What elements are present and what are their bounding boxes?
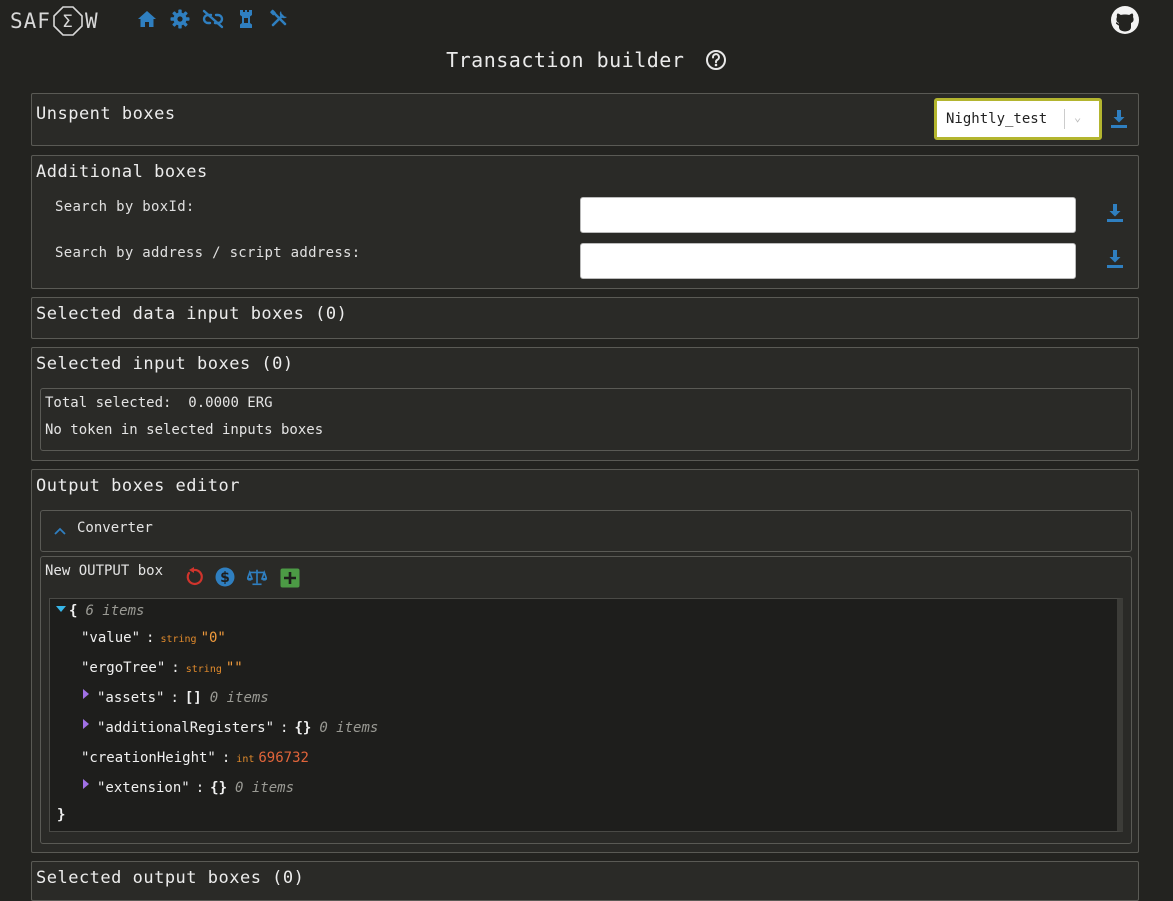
data-input-boxes-title[interactable]: Selected data input boxes (0) [36, 304, 347, 324]
tools-icon[interactable] [268, 8, 290, 30]
collapse-triangle-icon[interactable] [56, 606, 66, 612]
additional-boxes-title: Additional boxes [36, 162, 208, 182]
page-title: Transaction builder [0, 48, 1173, 73]
page-title-text: Transaction builder [446, 48, 685, 72]
new-output-label: New OUTPUT box [45, 563, 164, 579]
search-boxid-input[interactable] [580, 197, 1076, 233]
json-key: "extension" [97, 780, 190, 796]
dollar-icon[interactable]: $ [215, 567, 235, 587]
logo-text-right: W [84, 9, 99, 33]
expand-triangle-icon[interactable] [83, 779, 89, 789]
json-open-brace: { [69, 603, 78, 619]
output-editor-title: Output boxes editor [36, 476, 240, 496]
data-input-boxes-panel: Selected data input boxes (0) [31, 297, 1139, 339]
search-address-label: Search by address / script address: [55, 245, 361, 261]
json-row-creation-height[interactable]: "creationHeight": int 696732 [81, 750, 309, 766]
output-boxes-title[interactable]: Selected output boxes (0) [36, 868, 304, 888]
json-root-row[interactable]: { 6 items [56, 603, 144, 619]
json-count: 0 items [235, 780, 295, 796]
wallet-select[interactable]: Nightly_test ⌄ [934, 98, 1102, 140]
json-root-count: 6 items [85, 603, 145, 619]
expand-triangle-icon[interactable] [83, 689, 89, 699]
question-circle-icon[interactable] [705, 49, 727, 71]
balance-scale-icon[interactable] [247, 567, 267, 587]
json-row-extension[interactable]: "extension":{} 0 items [83, 779, 295, 796]
json-brackets: {} [294, 720, 312, 736]
top-bar: SAF Σ W [0, 0, 1173, 44]
chevron-down-icon[interactable]: ⌄ [1074, 110, 1081, 124]
expand-triangle-icon[interactable] [83, 719, 89, 729]
nav-icons [136, 8, 290, 30]
chevron-up-icon[interactable] [54, 527, 66, 535]
output-editor-panel: Output boxes editor Converter New OUTPUT… [31, 469, 1139, 853]
plus-square-icon[interactable] [280, 568, 300, 588]
download-unspent-icon[interactable] [1110, 109, 1128, 129]
json-key: "value" [81, 630, 141, 646]
chess-rook-icon[interactable] [235, 8, 257, 30]
search-address-input[interactable] [580, 243, 1076, 279]
json-brackets: {} [210, 780, 228, 796]
json-key: "assets" [97, 690, 165, 706]
total-selected-row: Total selected: 0.0000 ERG [45, 395, 273, 411]
json-row-additional-registers[interactable]: "additionalRegisters":{} 0 items [83, 719, 379, 736]
json-key: "additionalRegisters" [97, 720, 275, 736]
total-selected-label: Total selected: [45, 395, 172, 411]
input-boxes-title[interactable]: Selected input boxes (0) [36, 354, 294, 374]
new-output-box: New OUTPUT box $ { 6 items "value": str… [40, 556, 1132, 844]
wallet-select-value: Nightly_test [946, 111, 1048, 127]
broken-link-icon[interactable] [202, 8, 224, 30]
json-row-assets[interactable]: "assets":[] 0 items [83, 689, 269, 706]
json-value[interactable]: "" [226, 660, 243, 676]
json-editor[interactable]: { 6 items "value": string "0" "ergoTree": s… [49, 598, 1123, 832]
logo-sigma-hexagon-icon: Σ [53, 6, 83, 36]
json-row-value[interactable]: "value": string "0" [81, 630, 226, 646]
output-boxes-panel: Selected output boxes (0) [31, 861, 1139, 901]
select-separator [1064, 109, 1065, 129]
download-boxid-icon[interactable] [1106, 203, 1124, 223]
download-address-icon[interactable] [1106, 249, 1124, 269]
json-type: int [236, 754, 255, 765]
unspent-boxes-title: Unspent boxes [36, 104, 176, 124]
json-type: string [160, 634, 197, 645]
gear-icon[interactable] [169, 8, 191, 30]
logo-text-left: SAF [10, 9, 51, 33]
search-boxid-label: Search by boxId: [55, 199, 195, 215]
additional-boxes-panel: Additional boxes Search by boxId: Search… [31, 155, 1139, 289]
json-brackets: [] [184, 690, 202, 706]
json-count: 0 items [319, 720, 379, 736]
svg-text:$: $ [220, 570, 230, 586]
logo-sigma: Σ [62, 12, 74, 32]
github-icon[interactable] [1110, 5, 1140, 35]
converter-section[interactable]: Converter [40, 510, 1132, 552]
json-count: 0 items [209, 690, 269, 706]
json-key: "ergoTree" [81, 660, 166, 676]
json-row-ergotree[interactable]: "ergoTree": string "" [81, 660, 243, 676]
json-close-brace: } [57, 807, 66, 823]
home-icon[interactable] [136, 8, 158, 30]
json-close-row: } [57, 807, 65, 823]
unspent-boxes-panel: Unspent boxes Nightly_test ⌄ [31, 93, 1139, 146]
json-type: string [185, 664, 222, 675]
input-summary-box: Total selected: 0.0000 ERG No token in s… [40, 388, 1132, 451]
total-selected-value: 0.0000 ERG [188, 395, 273, 411]
input-boxes-panel: Selected input boxes (0) Total selected:… [31, 347, 1139, 461]
app-logo[interactable]: SAF Σ W [10, 6, 99, 36]
json-key: "creationHeight" [81, 750, 216, 766]
json-value[interactable]: "0" [201, 630, 226, 646]
tokens-text: No token in selected inputs boxes [45, 422, 324, 438]
converter-label[interactable]: Converter [77, 520, 153, 536]
reset-icon[interactable] [184, 567, 204, 587]
json-value[interactable]: 696732 [258, 750, 309, 766]
